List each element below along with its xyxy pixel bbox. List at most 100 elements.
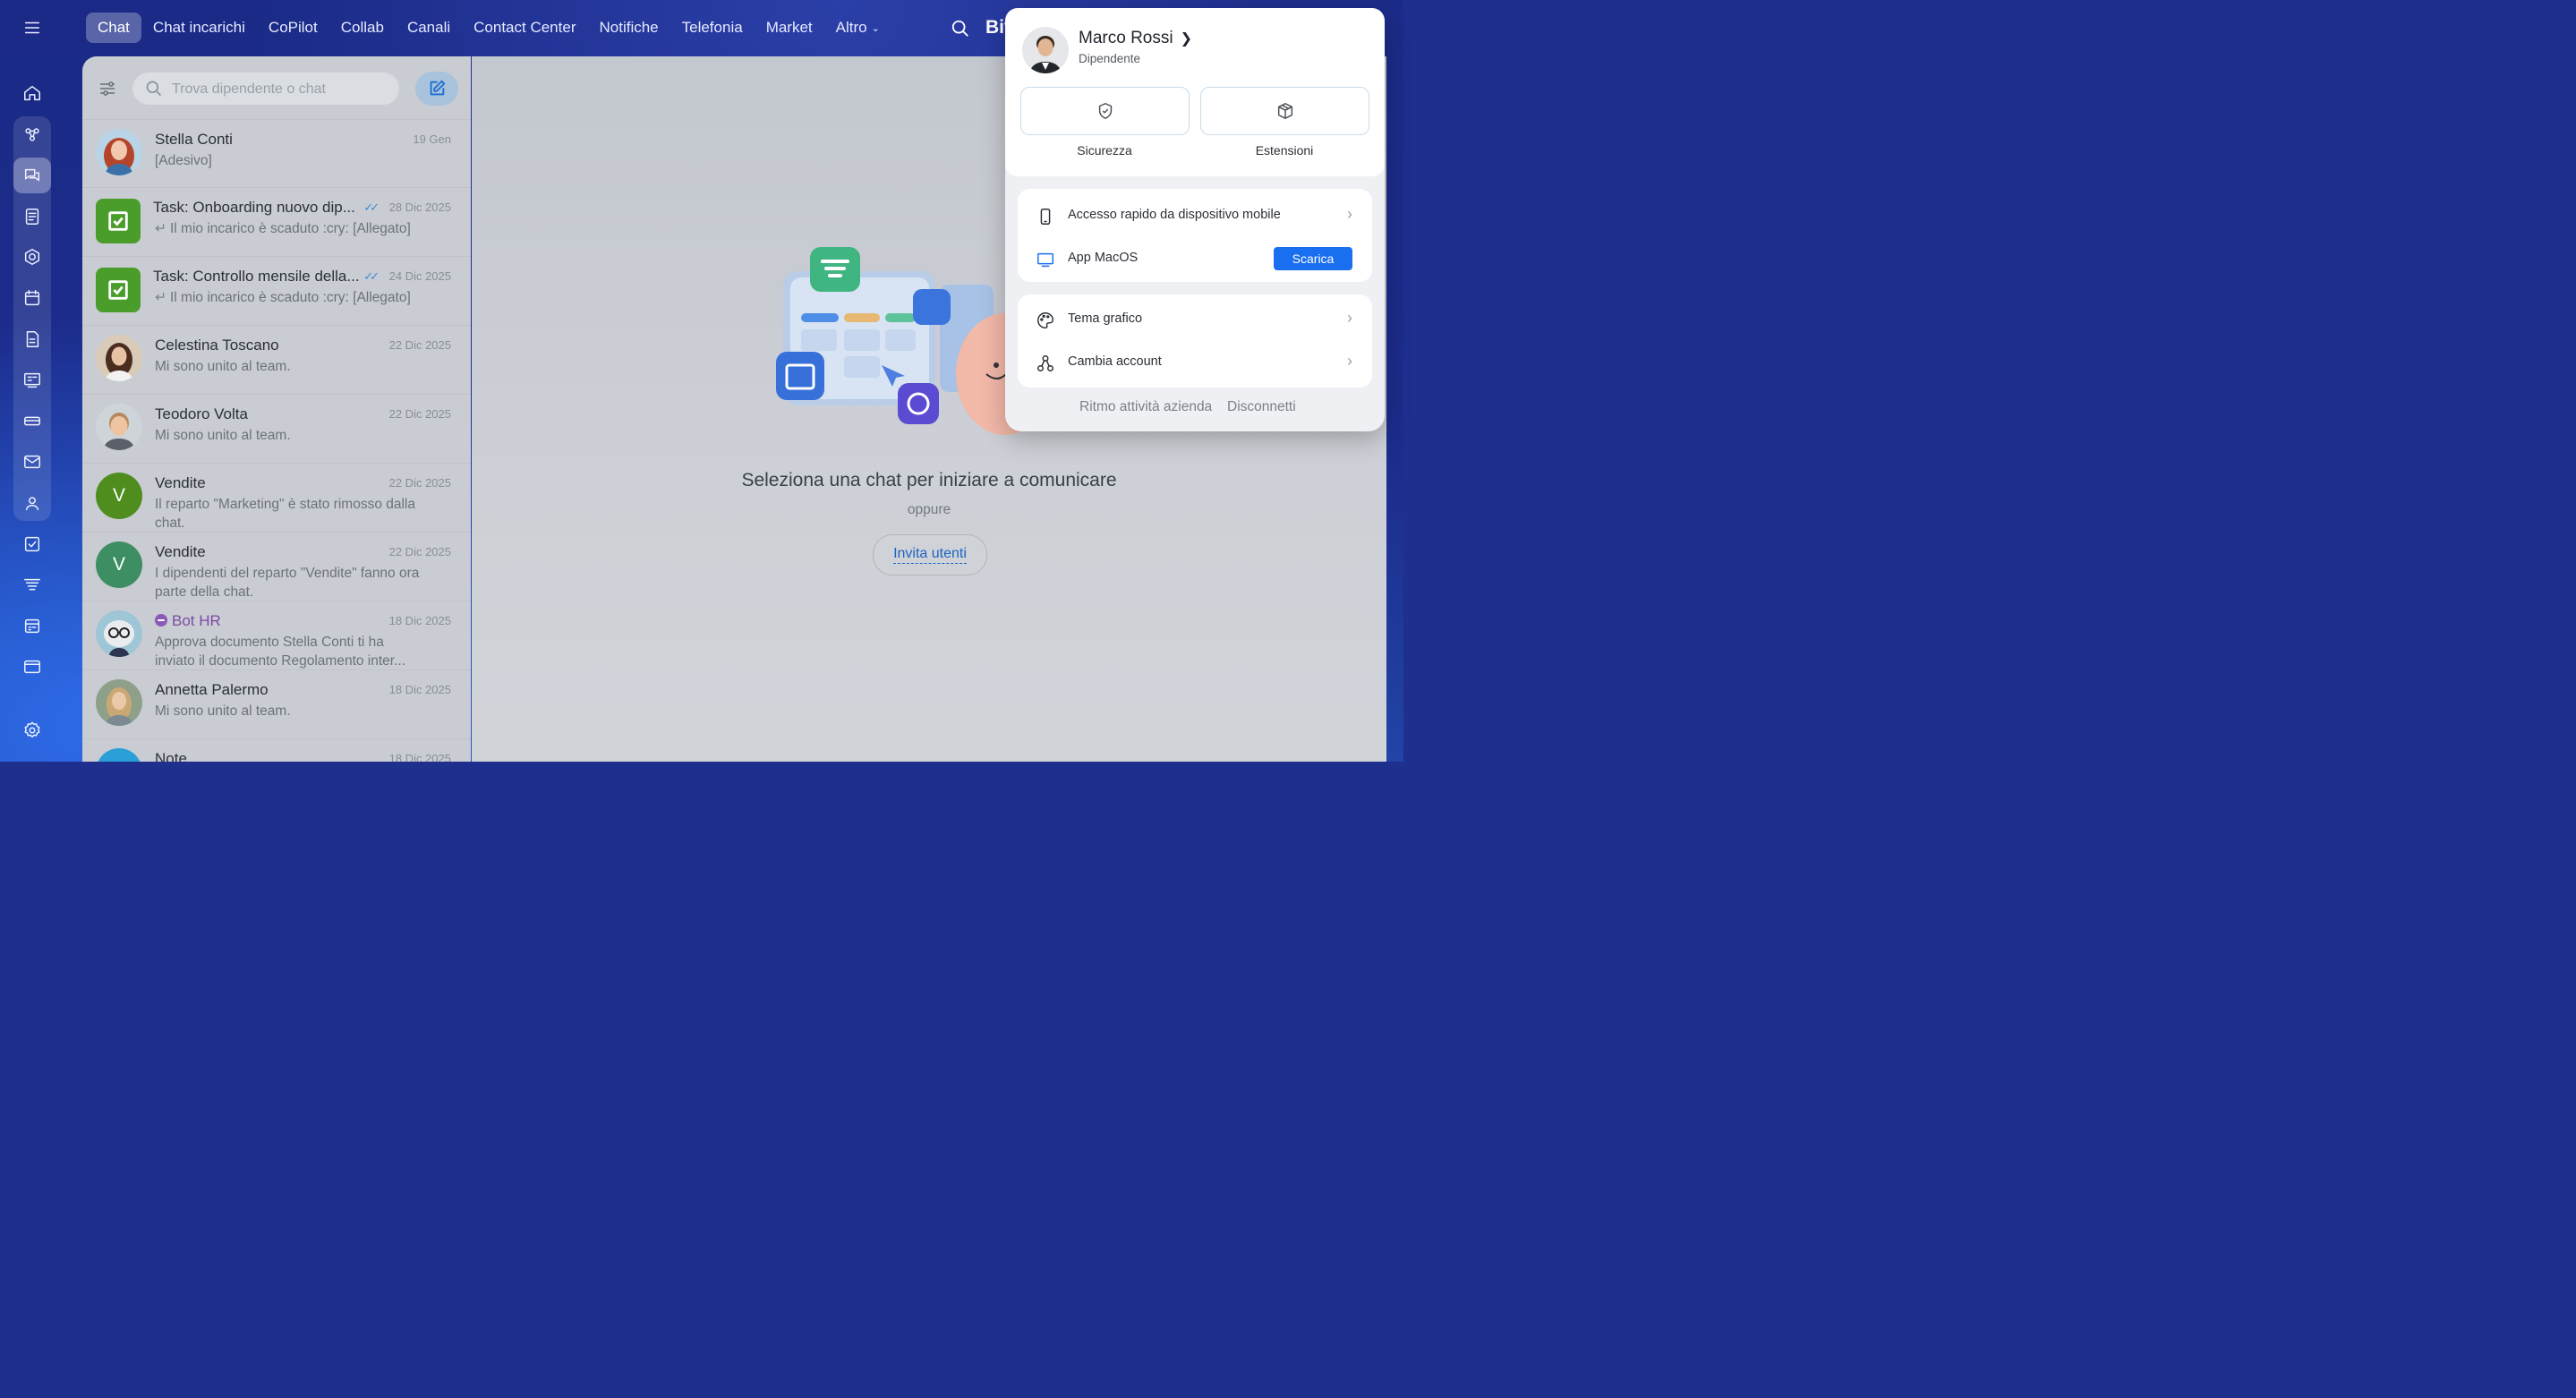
chat-date: 22 Dic 2025 [388,545,451,558]
chat-last-message: ↵ Il mio incarico è scaduto :cry: [Allega… [155,221,411,236]
chat-date: 22 Dic 2025 [388,407,451,421]
tab-contact-center[interactable]: Contact Center [462,13,587,43]
chat-item-teodoro-volta[interactable]: Teodoro Volta 22 Dic 2025 Mi sono unito … [82,395,471,464]
mobile-access-row[interactable]: Accesso rapido da dispositivo mobile › [1018,194,1372,237]
activity-link[interactable]: Ritmo attività azienda [1079,399,1212,415]
chat-item-task-controllo[interactable]: Task: Controllo mensile della... ✓✓ 24 D… [82,257,471,326]
switch-account-row[interactable]: Cambia account › [1018,341,1372,384]
chevron-right-icon: › [1347,309,1352,327]
chat-date: 18 Dic 2025 [388,752,451,762]
avatar [96,129,142,175]
tab-chat[interactable]: Chat [86,13,141,43]
chat-search-input[interactable] [170,72,388,107]
avatar [96,404,142,450]
invite-users-button[interactable]: Invita utenti [873,534,987,575]
macos-app-row: App MacOS Scarica [1018,237,1372,280]
global-search-icon[interactable] [951,19,970,38]
chat-name: Celestina Toscano [155,337,279,354]
chat-list: Stella Conti 19 Gen [Adesivo] Task: Onbo… [82,120,471,762]
chat-name: Bot HR [155,612,221,630]
chevron-right-icon: › [1347,205,1352,223]
avatar [96,610,142,657]
schedule-icon[interactable] [13,608,51,644]
tab-collab[interactable]: Collab [329,13,396,43]
tab-telefonia[interactable]: Telefonia [670,13,755,43]
chevron-down-icon: ⌄ [871,22,880,34]
chat-icon[interactable] [13,158,51,193]
tab-notifiche[interactable]: Notifiche [587,13,670,43]
logout-link[interactable]: Disconnetti [1227,399,1296,415]
settings-card: Tema grafico › Cambia account › [1018,294,1372,388]
user-name-link[interactable]: Marco Rossi ❯ [1079,29,1192,48]
mail-icon[interactable] [13,444,51,480]
contacts-icon[interactable] [13,485,51,521]
security-label: Sicurezza [1077,143,1132,158]
chat-item-vendite[interactable]: V Vendite 22 Dic 2025 Il reparto "Market… [82,464,471,533]
security-tile[interactable] [1020,87,1190,135]
chat-search-box [132,72,399,107]
smartphone-icon [1036,207,1055,226]
apps-card: Accesso rapido da dispositivo mobile › A… [1018,189,1372,282]
boards-icon[interactable] [13,362,51,398]
extensions-tile[interactable] [1200,87,1369,135]
home-icon[interactable] [13,75,51,111]
chevron-right-icon: ❯ [1180,31,1192,47]
tab-copilot[interactable]: CoPilot [257,13,329,43]
tab-chat-incarichi[interactable]: Chat incarichi [141,13,257,43]
drive-icon[interactable] [13,403,51,439]
extensions-label: Estensioni [1255,143,1314,158]
tab-altro[interactable]: Altro ⌄ [824,13,891,43]
chat-item-vendite-2[interactable]: V Vendite 22 Dic 2025 I dipendenti del r… [82,533,471,601]
chat-item-note[interactable]: Note 18 Dic 2025 [82,739,471,762]
empty-state-title: Seleziona una chat per iniziare a comuni… [741,470,1117,490]
copilot-icon[interactable] [13,116,51,152]
crm-icon[interactable] [13,239,51,275]
funnel-icon[interactable] [13,567,51,603]
read-checkmark-icon: ✓✓ [363,200,380,214]
chat-date: 22 Dic 2025 [388,476,451,490]
chat-last-message: Approva documento Stella Conti ti ha inv… [155,635,406,669]
chat-name: Annetta Palermo [155,681,269,698]
menu-icon[interactable] [13,10,51,46]
theme-label: Tema grafico [1068,311,1143,326]
chat-name: Stella Conti [155,131,233,148]
switch-account-icon [1036,354,1055,373]
chat-item-bot-hr[interactable]: Bot HR 18 Dic 2025 Approva documento Ste… [82,601,471,670]
chat-list-toolbar [82,56,471,120]
notes-avatar [96,748,142,762]
tab-market[interactable]: Market [755,13,824,43]
calendar-icon[interactable] [13,280,51,316]
profile-popup: Marco Rossi ❯ Dipendente Sicurezza Estens… [1005,8,1385,431]
macos-app-label: App MacOS [1068,251,1139,265]
user-avatar[interactable] [1022,27,1069,73]
mobile-access-label: Accesso rapido da dispositivo mobile [1068,208,1281,222]
filter-sliders-icon[interactable] [97,78,122,99]
tab-canali[interactable]: Canali [396,13,462,43]
chat-item-task-onboarding[interactable]: Task: Onboarding nuovo dip... ✓✓ 28 Dic … [82,188,471,257]
window-icon[interactable] [13,649,51,685]
left-rail [0,0,64,762]
switch-account-label: Cambia account [1068,354,1162,369]
chat-item-annetta-palermo[interactable]: Annetta Palermo 18 Dic 2025 Mi sono unit… [82,670,471,739]
chat-item-stella-conti[interactable]: Stella Conti 19 Gen [Adesivo] [82,120,471,188]
top-nav: Chat Chat incarichi CoPilot Collab Canal… [86,13,891,43]
chat-date: 22 Dic 2025 [388,338,451,352]
new-chat-button[interactable] [415,72,458,106]
avatar-initial: V [96,541,142,588]
chat-item-celestina-toscano[interactable]: Celestina Toscano 22 Dic 2025 Mi sono un… [82,326,471,395]
profile-header-card: Marco Rossi ❯ Dipendente Sicurezza Estens… [1005,8,1385,176]
search-icon [146,81,162,97]
reply-arrow-icon: ↵ [155,221,166,236]
empty-state-illustration [776,247,1043,435]
settings-gear-icon[interactable] [13,712,51,748]
chat-name: Task: Controllo mensile della... [153,268,360,285]
download-button[interactable]: Scarica [1274,247,1352,270]
chat-list-panel: Stella Conti 19 Gen [Adesivo] Task: Onbo… [82,56,471,762]
feed-icon[interactable] [13,199,51,234]
user-role: Dipendente [1079,52,1141,65]
chat-last-message: Mi sono unito al team. [155,428,291,443]
tasks-icon[interactable] [13,526,51,562]
document-icon[interactable] [13,321,51,357]
chat-name: Vendite [155,474,206,491]
theme-row[interactable]: Tema grafico › [1018,298,1372,341]
